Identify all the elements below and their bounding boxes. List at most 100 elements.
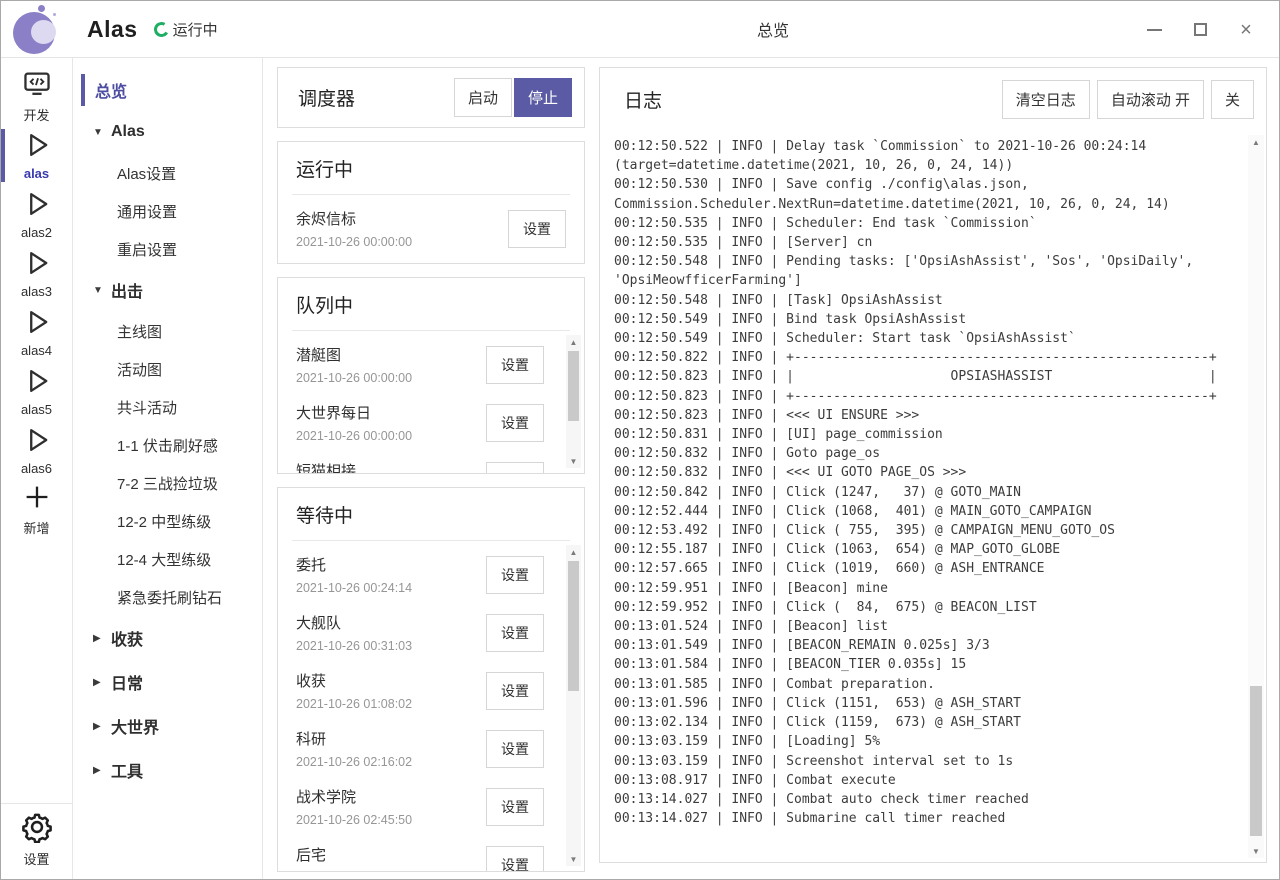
- menu-item-label: 活动图: [117, 359, 162, 380]
- log-line: 00:12:50.823 | INFO | <<< UI ENSURE >>>: [614, 406, 1244, 425]
- task-row: 大舰队2021-10-26 00:31:03设置: [296, 603, 544, 661]
- task-name: 潜艇图: [296, 344, 412, 365]
- task-row: 委托2021-10-26 00:24:14设置: [296, 545, 544, 603]
- menu-item-label: 通用设置: [117, 201, 177, 222]
- task-menu: 总览 ▼AlasAlas设置通用设置重启设置▼出击主线图活动图共斗活动1-1 伏击…: [73, 58, 263, 879]
- task-setting-button[interactable]: 设置: [486, 788, 544, 826]
- autoscroll-toggle-button[interactable]: 自动滚动 开: [1097, 80, 1204, 119]
- scroll-up-icon[interactable]: ▲: [566, 545, 581, 559]
- clear-log-button[interactable]: 清空日志: [1002, 80, 1090, 119]
- sidebar-item-开发[interactable]: 开发: [1, 67, 72, 126]
- log-line: 00:13:03.159 | INFO | [Loading] 5%: [614, 732, 1244, 751]
- scheduler-title: 调度器: [298, 84, 454, 111]
- play-icon: [22, 189, 52, 224]
- task-name: 收获: [296, 670, 412, 691]
- log-line: 00:12:50.549 | INFO | Bind task OpsiAshA…: [614, 310, 1244, 329]
- titlebar: Alas 运行中 总览 ×: [1, 1, 1279, 58]
- menu-item-大世界[interactable]: ▶大世界: [81, 704, 262, 748]
- menu-item-活动图[interactable]: 活动图: [81, 350, 262, 388]
- sidebar-item-alas[interactable]: alas: [1, 126, 72, 185]
- rail-item-label: alas5: [21, 402, 52, 417]
- menu-item-label: 7-2 三战捡垃圾: [117, 473, 218, 494]
- task-setting-button[interactable]: 设置: [486, 730, 544, 768]
- rail-item-label: alas6: [21, 461, 52, 476]
- queue-panel: 队列中 潜艇图2021-10-26 00:00:00设置大世界每日2021-10…: [277, 277, 585, 474]
- menu-item-label: 12-4 大型练级: [117, 549, 211, 570]
- sidebar-item-新增[interactable]: 新增: [1, 480, 72, 539]
- log-line: 00:13:14.027 | INFO | Combat auto check …: [614, 790, 1244, 809]
- menu-item-Alas[interactable]: ▼Alas: [81, 110, 262, 154]
- menu-item-通用设置[interactable]: 通用设置: [81, 192, 262, 230]
- task-name: 大世界每日: [296, 402, 412, 423]
- rail-item-label: alas4: [21, 343, 52, 358]
- sidebar-item-alas4[interactable]: alas4: [1, 303, 72, 362]
- queue-scroll-thumb[interactable]: [568, 351, 579, 421]
- chevron-right-icon: ▶: [93, 633, 111, 644]
- task-next-run-time: 2021-10-26 00:00:00: [296, 429, 412, 443]
- scroll-up-icon[interactable]: ▲: [1248, 135, 1264, 149]
- log-output[interactable]: 00:12:50.522 | INFO | Delay task `Commis…: [614, 137, 1244, 858]
- log-line: 00:13:01.549 | INFO | [BEACON_REMAIN 0.0…: [614, 636, 1244, 655]
- menu-item-Alas设置[interactable]: Alas设置: [81, 154, 262, 192]
- waiting-scrollbar[interactable]: ▲ ▼: [566, 545, 581, 866]
- rail-item-label: 新增: [23, 518, 49, 537]
- scroll-down-icon[interactable]: ▼: [1248, 844, 1264, 858]
- log-line: 00:13:02.134 | INFO | Click (1159, 673) …: [614, 713, 1244, 732]
- task-setting-button[interactable]: 设置: [486, 462, 544, 474]
- menu-item-主线图[interactable]: 主线图: [81, 312, 262, 350]
- menu-item-工具[interactable]: ▶工具: [81, 748, 262, 792]
- menu-item-共斗活动[interactable]: 共斗活动: [81, 388, 262, 426]
- sidebar-item-alas2[interactable]: alas2: [1, 185, 72, 244]
- task-name: 余烬信标: [296, 208, 412, 229]
- close-button[interactable]: ×: [1223, 10, 1269, 50]
- menu-item-12-2 中型练级[interactable]: 12-2 中型练级: [81, 502, 262, 540]
- menu-item-出击[interactable]: ▼出击: [81, 268, 262, 312]
- menu-item-label: 出击: [111, 278, 143, 302]
- task-setting-button[interactable]: 设置: [486, 404, 544, 442]
- scheduler-start-button[interactable]: 启动: [454, 78, 512, 117]
- task-row: 余烬信标2021-10-26 00:00:00设置: [296, 199, 566, 257]
- waiting-scroll-thumb[interactable]: [568, 561, 579, 691]
- task-setting-button[interactable]: 设置: [486, 614, 544, 652]
- menu-item-总览[interactable]: 总览: [81, 70, 262, 110]
- menu-item-紧急委托刷钻石[interactable]: 紧急委托刷钻石: [81, 578, 262, 616]
- task-info: 收获2021-10-26 01:08:02: [296, 670, 412, 711]
- log-scrollbar[interactable]: ▲ ▼: [1248, 135, 1264, 858]
- log-line: 00:12:50.822 | INFO | +-----------------…: [614, 348, 1244, 367]
- task-name: 战术学院: [296, 786, 412, 807]
- task-setting-button[interactable]: 设置: [486, 672, 544, 710]
- task-next-run-time: 2021-10-26 00:24:14: [296, 581, 412, 595]
- sidebar-item-alas3[interactable]: alas3: [1, 244, 72, 303]
- menu-item-7-2 三战捡垃圾[interactable]: 7-2 三战捡垃圾: [81, 464, 262, 502]
- sidebar-item-alas6[interactable]: alas6: [1, 421, 72, 480]
- menu-item-12-4 大型练级[interactable]: 12-4 大型练级: [81, 540, 262, 578]
- task-setting-button[interactable]: 设置: [486, 556, 544, 594]
- minimize-button[interactable]: [1131, 10, 1177, 50]
- menu-item-1-1 伏击刷好感[interactable]: 1-1 伏击刷好感: [81, 426, 262, 464]
- task-setting-button[interactable]: 设置: [508, 210, 566, 248]
- task-info: 战术学院2021-10-26 02:45:50: [296, 786, 412, 827]
- scroll-up-icon[interactable]: ▲: [566, 335, 581, 349]
- sidebar-item-alas5[interactable]: alas5: [1, 362, 72, 421]
- log-off-button[interactable]: 关: [1211, 80, 1254, 119]
- task-row: 短猫相接2021-10-26 00:00:00设置: [296, 451, 544, 473]
- menu-item-日常[interactable]: ▶日常: [81, 660, 262, 704]
- scroll-down-icon[interactable]: ▼: [566, 454, 581, 468]
- queue-scrollbar[interactable]: ▲ ▼: [566, 335, 581, 468]
- menu-item-收获[interactable]: ▶收获: [81, 616, 262, 660]
- maximize-button[interactable]: [1177, 10, 1223, 50]
- task-setting-button[interactable]: 设置: [486, 846, 544, 872]
- scheduler-column: 调度器 启动 停止 运行中 余烬信标2021-10-26 00:00:00设置 …: [263, 58, 599, 879]
- sidebar-item-settings[interactable]: 设置: [1, 810, 72, 869]
- app-window: Alas 运行中 总览 × 开发alasalas2alas3 alas4 alas5…: [0, 0, 1280, 880]
- scheduler-stop-button[interactable]: 停止: [514, 78, 572, 117]
- task-row: 战术学院2021-10-26 02:45:50 设置: [296, 777, 544, 835]
- menu-item-label: 主线图: [117, 321, 162, 342]
- task-setting-button[interactable]: 设置: [486, 346, 544, 384]
- log-scroll-thumb[interactable]: [1250, 686, 1262, 836]
- menu-item-重启设置[interactable]: 重启设置: [81, 230, 262, 268]
- scroll-down-icon[interactable]: ▼: [566, 852, 581, 866]
- chevron-right-icon: ▶: [93, 765, 111, 776]
- log-line: 00:12:50.530 | INFO | Save config ./conf…: [614, 175, 1244, 213]
- menu-item-label: 总览: [95, 78, 127, 102]
